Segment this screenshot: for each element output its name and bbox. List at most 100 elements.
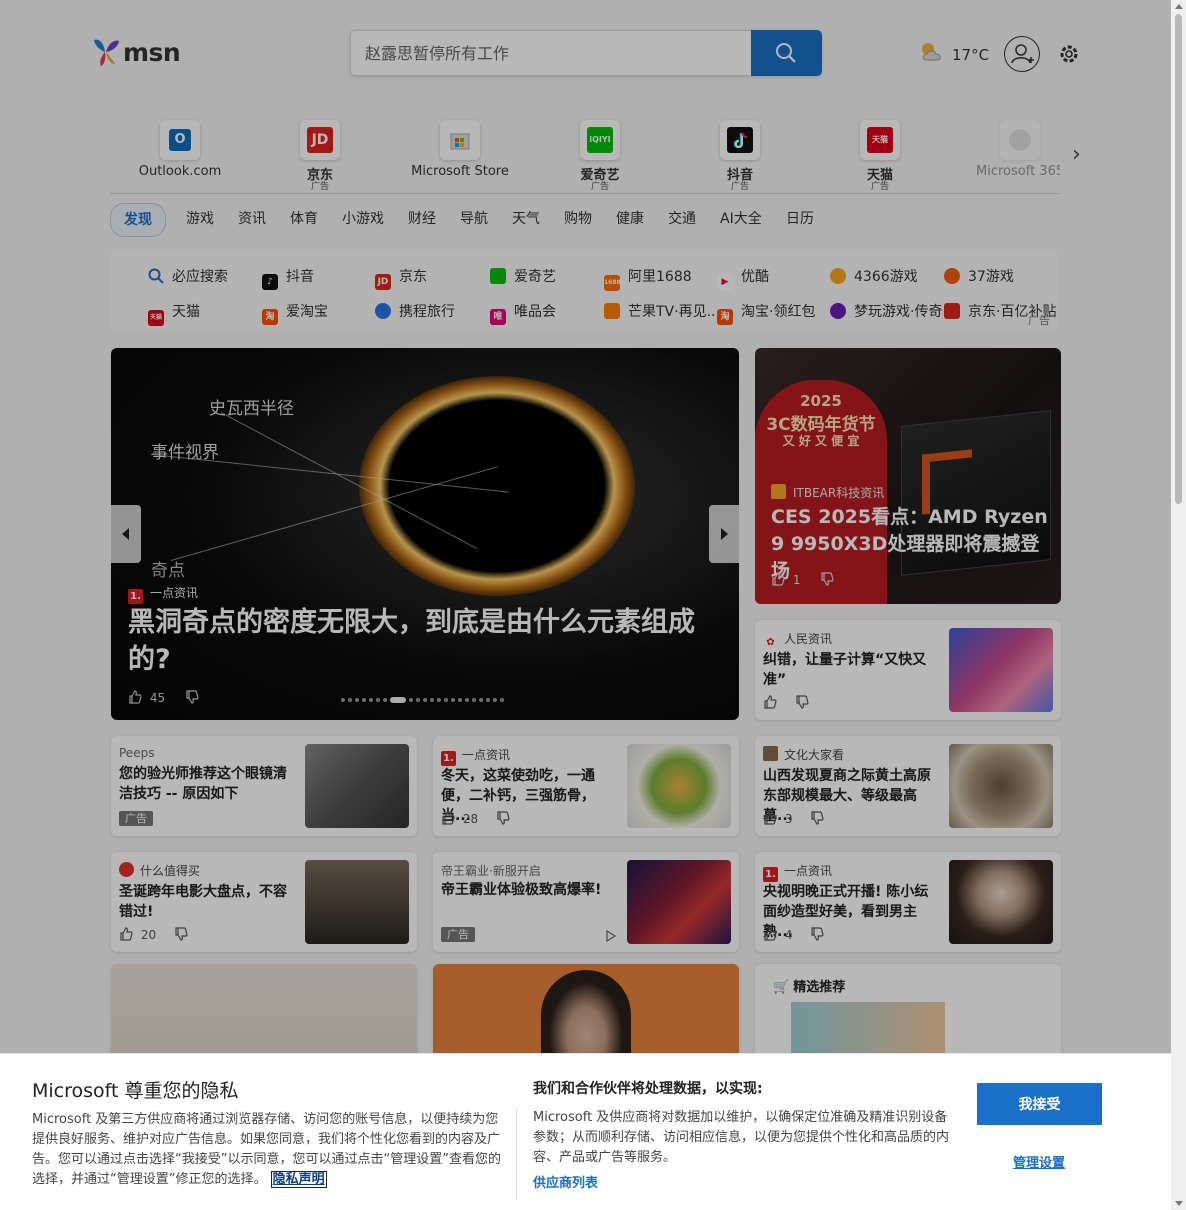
link-jd[interactable]: JD 京东 [375, 267, 427, 290]
tab-discover[interactable]: 发现 [110, 203, 166, 237]
news-card-tomb[interactable]: 文化大家看 山西发现夏商之际黄土高原东部规模最大、等级最高墓... 3 [755, 736, 1061, 836]
tab-news[interactable]: 资讯 [238, 202, 266, 236]
thumbs-down-icon[interactable] [174, 927, 188, 941]
tab-traffic[interactable]: 交通 [668, 202, 696, 236]
thumbs-up-icon[interactable] [441, 811, 455, 825]
manage-settings-link[interactable]: 管理设置 [1013, 1152, 1065, 1171]
quick-link-microsoft-365[interactable]: Microsoft 365 [950, 120, 1060, 179]
link-ctrip[interactable]: 携程旅行 [375, 302, 455, 322]
tab-sports[interactable]: 体育 [290, 202, 318, 236]
carousel-dot[interactable] [376, 698, 380, 702]
search-input[interactable] [365, 41, 745, 65]
carousel-dot[interactable] [383, 698, 387, 702]
tab-ai[interactable]: AI大全 [720, 202, 762, 236]
carousel-dot[interactable] [465, 698, 469, 702]
search-button[interactable] [751, 30, 822, 76]
carousel-dot[interactable] [500, 698, 504, 702]
carousel-dot[interactable] [437, 698, 441, 702]
quick-link-jd[interactable]: JD 京东 广告 [250, 120, 390, 192]
link-4366[interactable]: 4366游戏 [830, 267, 918, 287]
scrollbar[interactable] [1171, 0, 1186, 1210]
carousel-dot[interactable] [348, 698, 352, 702]
carousel-dot[interactable] [486, 698, 490, 702]
tab-weather[interactable]: 天气 [512, 202, 540, 236]
carousel-dot[interactable] [341, 698, 345, 702]
thumbs-down-icon[interactable] [810, 927, 824, 941]
link-youku[interactable]: ▶ 优酷 [717, 267, 769, 290]
scroll-down-arrow[interactable] [1175, 1201, 1183, 1206]
privacy-statement-link[interactable]: 隐私声明 [270, 1171, 327, 1188]
tab-calendar[interactable]: 日历 [786, 202, 814, 236]
link-mangotv[interactable]: 芒果TV·再见... [604, 302, 720, 322]
quick-link-microsoft-store[interactable]: Microsoft Store [390, 120, 530, 179]
link-mengwan[interactable]: 梦玩游戏·传奇 [830, 302, 942, 322]
thumbs-up-icon[interactable] [763, 927, 777, 941]
news-card-food[interactable]: 1. 一点资讯 冬天，这菜使劲吃，一通便，二补钙，三强筋骨，当... 28 [433, 736, 739, 836]
carousel-dot[interactable] [458, 698, 462, 702]
carousel-dot[interactable] [416, 698, 420, 702]
carousel-dot[interactable] [493, 698, 497, 702]
thumbs-down-icon[interactable] [820, 572, 834, 586]
vendor-list-link[interactable]: 供应商列表 [533, 1172, 598, 1191]
chevron-right-icon[interactable]: › [1072, 142, 1081, 167]
news-card-quantum[interactable]: ✿ 人民资讯 纠错，让量子计算“又快又准” [755, 620, 1061, 720]
link-vipshop[interactable]: 唯唯品会 [490, 302, 556, 325]
tab-health[interactable]: 健康 [616, 202, 644, 236]
tab-games[interactable]: 游戏 [186, 202, 214, 236]
scroll-thumb[interactable] [1175, 14, 1182, 504]
news-card-drama[interactable]: 1. 一点资讯 央视明晚正式开播! 陈小纭面纱造型好美，看到男主熟... 4 [755, 852, 1061, 952]
promo-card-amd[interactable]: 2025 3C数码年货节 又 好 又 便 宜 ITBEAR科技资讯 CES 20… [755, 348, 1061, 604]
link-aitaobao[interactable]: 淘爱淘宝 [262, 302, 328, 325]
tab-mini-games[interactable]: 小游戏 [342, 202, 384, 236]
carousel-dot[interactable] [430, 698, 434, 702]
hero-carousel[interactable]: 史瓦西半径 事件视界 奇点 1. 一点资讯 黑洞奇点的密度无限大，到底是由什么元素… [111, 348, 739, 720]
accept-button[interactable]: 我接受 [977, 1083, 1102, 1125]
link-taobao-redpacket[interactable]: 淘淘宝·领红包 [717, 302, 815, 325]
carousel-dot[interactable] [369, 698, 373, 702]
quick-link-iqiyi[interactable]: iQIYI 爱奇艺 广告 [530, 120, 670, 192]
carousel-dot[interactable] [479, 698, 483, 702]
carousel-dot[interactable] [409, 698, 413, 702]
ad-card-game[interactable]: 帝王霸业·新服开启 帝王霸业体验极致高爆率! 广告 [433, 852, 739, 952]
carousel-dot[interactable] [472, 698, 476, 702]
link-tmall[interactable]: 天猫 天猫 [148, 302, 200, 326]
thumbs-down-icon[interactable] [496, 811, 510, 825]
thumbs-up-icon[interactable] [763, 695, 777, 709]
thumbs-up-icon[interactable] [128, 690, 142, 704]
card-reactions: 4 [763, 927, 824, 942]
carousel-dot-active[interactable] [390, 697, 406, 703]
account-avatar-button[interactable] [1004, 36, 1040, 72]
weather-widget[interactable]: 17°C [918, 40, 989, 68]
tab-shopping[interactable]: 购物 [564, 202, 592, 236]
thumbs-up-icon[interactable] [119, 927, 133, 941]
hero-title[interactable]: 黑洞奇点的密度无限大，到底是由什么元素组成的? [128, 604, 728, 678]
gear-icon[interactable] [1058, 43, 1080, 65]
carousel-dot[interactable] [362, 698, 366, 702]
quick-link-tmall[interactable]: 天猫 天猫 广告 [810, 120, 950, 192]
carousel-dot[interactable] [355, 698, 359, 702]
carousel-prev-button[interactable] [111, 505, 141, 563]
thumbs-down-icon[interactable] [185, 690, 199, 704]
scroll-up-arrow[interactable] [1175, 4, 1183, 9]
carousel-next-button[interactable] [709, 505, 739, 563]
link-iqiyi[interactable]: 爱奇艺 [490, 267, 556, 287]
news-card-movies[interactable]: 什么值得买 圣诞跨年电影大盘点，不容错过! 20 [111, 852, 417, 952]
thumbs-up-icon[interactable] [763, 811, 777, 825]
link-37games[interactable]: 37游戏 [944, 267, 1014, 287]
play-icon[interactable] [605, 930, 617, 942]
link-1688[interactable]: 1688 阿里1688 [604, 267, 692, 291]
carousel-dot[interactable] [451, 698, 455, 702]
quick-link-outlook[interactable]: O Outlook.com [110, 120, 250, 179]
thumbs-down-icon[interactable] [795, 695, 809, 709]
thumbs-down-icon[interactable] [810, 811, 824, 825]
carousel-dot[interactable] [444, 698, 448, 702]
carousel-dot[interactable] [423, 698, 427, 702]
msn-logo[interactable]: msn [90, 36, 181, 70]
quick-link-douyin[interactable]: 抖音 广告 [670, 120, 810, 192]
tab-finance[interactable]: 财经 [408, 202, 436, 236]
news-card-glasses[interactable]: Peeps 您的验光师推荐这个眼镜清洁技巧 -- 原因如下 广告 [111, 736, 417, 836]
link-douyin[interactable]: ♪ 抖音 [262, 267, 314, 290]
tab-navigation[interactable]: 导航 [460, 202, 488, 236]
link-bing-search[interactable]: 必应搜索 [148, 267, 228, 287]
thumbs-up-icon[interactable] [771, 572, 785, 586]
